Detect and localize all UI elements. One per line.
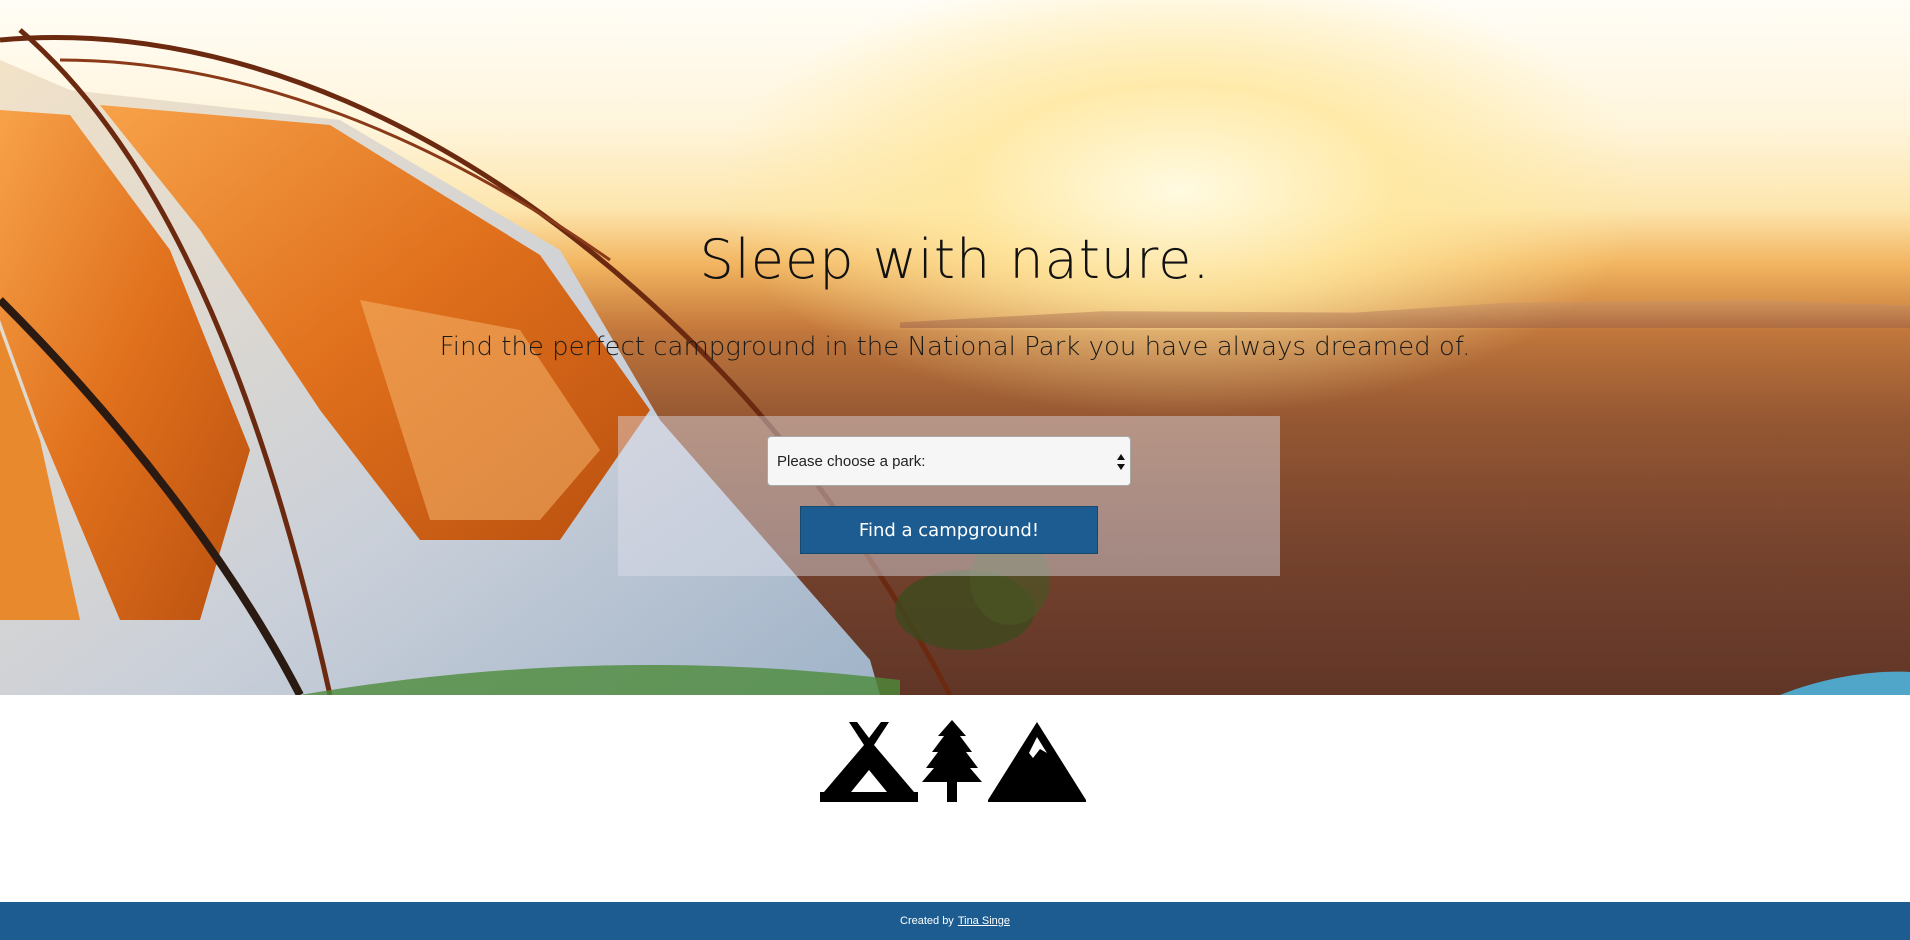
footer-credit-text: Created by <box>900 915 954 927</box>
page-subtitle: Find the perfect campground in the Natio… <box>439 332 1471 362</box>
park-select[interactable]: Please choose a park: <box>767 436 1131 486</box>
park-select-value: Please choose a park: <box>777 452 926 470</box>
footer: Created by Tina Singe <box>0 902 1910 940</box>
campground-icon <box>820 722 918 802</box>
tree-icon <box>922 720 982 802</box>
icons-row <box>818 720 1088 802</box>
author-link[interactable]: Tina Singe <box>958 915 1010 927</box>
search-panel: Please choose a park: Find a campground! <box>618 416 1280 576</box>
select-arrows-icon <box>1116 454 1126 470</box>
page-title: Sleep with nature. <box>699 228 1211 291</box>
find-campground-button[interactable]: Find a campground! <box>800 506 1098 554</box>
mountain-icon <box>988 722 1086 802</box>
